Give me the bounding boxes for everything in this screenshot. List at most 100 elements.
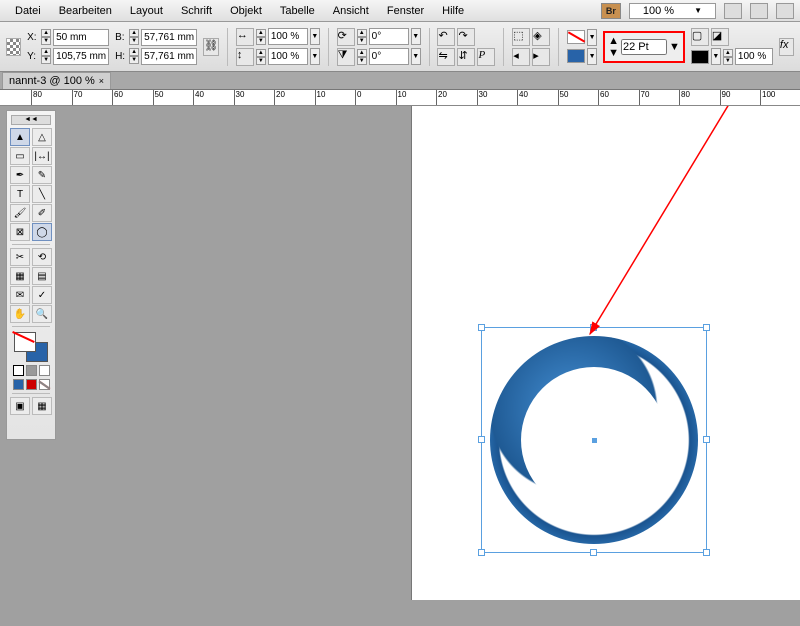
zoom-field[interactable]: 100 %▼: [629, 3, 716, 19]
color-mode-buttons[interactable]: [13, 379, 50, 390]
sx-spinner[interactable]: ▲▼: [256, 29, 266, 45]
y-input[interactable]: [53, 48, 109, 65]
menu-datei[interactable]: Datei: [6, 5, 50, 17]
handle-r[interactable]: [703, 436, 710, 443]
view-mode-normal[interactable]: ▣: [10, 397, 30, 415]
menu-ansicht[interactable]: Ansicht: [324, 5, 378, 17]
eyedropper-tool[interactable]: ✓: [32, 286, 52, 304]
handle-b[interactable]: [590, 549, 597, 556]
brush-tool[interactable]: 🖌: [10, 204, 30, 222]
gradient-tool[interactable]: ▦: [10, 267, 30, 285]
menu-objekt[interactable]: Objekt: [221, 5, 271, 17]
type-tool[interactable]: T: [10, 185, 30, 203]
line-tool[interactable]: ╲: [32, 185, 52, 203]
handle-tl[interactable]: [478, 324, 485, 331]
screen-mode-icon[interactable]: [724, 3, 742, 19]
select-next-icon[interactable]: ▸: [532, 48, 550, 66]
stroke-weight-input[interactable]: [621, 39, 667, 55]
bridge-icon[interactable]: Br: [601, 3, 621, 19]
transform-tool[interactable]: ⟲: [32, 248, 52, 266]
pencil-tool[interactable]: ✎: [32, 166, 52, 184]
fill-swatch[interactable]: [567, 30, 585, 44]
handle-br[interactable]: [703, 549, 710, 556]
shear-spinner[interactable]: ▲▼: [357, 49, 367, 65]
view-mode-preview[interactable]: ▦: [32, 397, 52, 415]
effects-icon[interactable]: ▢: [691, 28, 709, 46]
flip-h-icon[interactable]: ⇋: [437, 48, 455, 66]
rot-spinner[interactable]: ▲▼: [357, 29, 367, 45]
rotate-cw-icon[interactable]: ↷: [457, 28, 475, 46]
h-spinner[interactable]: ▲▼: [129, 48, 139, 64]
menu-schrift[interactable]: Schrift: [172, 5, 221, 17]
sy-input[interactable]: [268, 48, 308, 65]
page-tool[interactable]: ▭: [10, 147, 30, 165]
stroke-color-dropdown[interactable]: ▼: [587, 48, 597, 65]
center-point[interactable]: [592, 438, 597, 443]
document-tab[interactable]: nannt-3 @ 100 %×: [2, 72, 111, 89]
x-input[interactable]: [53, 29, 109, 46]
ellipse-tool[interactable]: ◯: [32, 223, 52, 241]
handle-bl[interactable]: [478, 549, 485, 556]
reference-point-icon[interactable]: [6, 38, 21, 56]
zoom-tool[interactable]: 🔍: [32, 305, 52, 323]
shear-input[interactable]: [369, 48, 409, 65]
rot-dropdown[interactable]: ▼: [411, 28, 421, 45]
collapse-panel-icon[interactable]: ◄◄: [11, 115, 51, 125]
scissors-tool[interactable]: ✂: [10, 248, 30, 266]
y-spinner[interactable]: ▲▼: [41, 48, 51, 64]
constrain-icon[interactable]: ⛓: [203, 38, 219, 56]
rectangle-frame-tool[interactable]: ⊠: [10, 223, 30, 241]
fill-dropdown[interactable]: ▼: [587, 29, 597, 46]
arrange-icon[interactable]: [750, 3, 768, 19]
handle-t[interactable]: [590, 324, 597, 331]
stroke-style-dropdown[interactable]: ▼: [711, 48, 721, 65]
gap-tool[interactable]: |↔|: [32, 147, 52, 165]
select-container-icon[interactable]: ⬚: [512, 28, 530, 46]
format-buttons[interactable]: [13, 365, 50, 376]
select-prev-icon[interactable]: ◂: [512, 48, 530, 66]
h-input[interactable]: [141, 48, 197, 65]
rot-input[interactable]: [369, 28, 409, 45]
view-options-icon[interactable]: [776, 3, 794, 19]
w-spinner[interactable]: ▲▼: [129, 29, 139, 45]
note-tool[interactable]: ✉: [10, 286, 30, 304]
selection-tool[interactable]: ▲: [10, 128, 30, 146]
drop-shadow-icon[interactable]: ◪: [711, 28, 729, 46]
w-input[interactable]: [141, 29, 197, 46]
sy-dropdown[interactable]: ▼: [310, 48, 320, 65]
workspace: ◄◄ ▲△ ▭|↔| ✒✎ T╲ 🖌✐ ⊠◯ ✂⟲ ▦▤ ✉✓ ✋🔍 ▣▦: [0, 106, 800, 600]
flip-v-icon[interactable]: ⇵: [457, 48, 475, 66]
sx-input[interactable]: [268, 28, 308, 45]
sx-dropdown[interactable]: ▼: [310, 28, 320, 45]
menu-layout[interactable]: Layout: [121, 5, 172, 17]
direct-selection-tool[interactable]: △: [32, 128, 52, 146]
handle-l[interactable]: [478, 436, 485, 443]
pen-tool[interactable]: ✒: [10, 166, 30, 184]
rotate-ccw-icon[interactable]: ↶: [437, 28, 455, 46]
opacity-input[interactable]: [735, 48, 773, 65]
stroke-style-swatch[interactable]: [691, 50, 709, 64]
stroke-weight-dropdown[interactable]: ▼: [669, 41, 680, 53]
x-spinner[interactable]: ▲▼: [41, 29, 51, 45]
menu-hilfe[interactable]: Hilfe: [433, 5, 473, 17]
hand-tool[interactable]: ✋: [10, 305, 30, 323]
p-icon[interactable]: P: [477, 48, 495, 66]
handle-tr[interactable]: [703, 324, 710, 331]
shear-dropdown[interactable]: ▼: [411, 48, 421, 65]
menu-bearbeiten[interactable]: Bearbeiten: [50, 5, 121, 17]
shear-icon: ⧩: [337, 48, 355, 66]
close-tab-icon[interactable]: ×: [99, 76, 104, 86]
fill-stroke-swatch[interactable]: [14, 332, 48, 362]
select-content-icon[interactable]: ◈: [532, 28, 550, 46]
canvas[interactable]: [56, 106, 800, 600]
eraser-tool[interactable]: ✐: [32, 204, 52, 222]
fx-icon[interactable]: fx: [779, 38, 794, 56]
menu-tabelle[interactable]: Tabelle: [271, 5, 324, 17]
sy-spinner[interactable]: ▲▼: [256, 49, 266, 65]
menu-fenster[interactable]: Fenster: [378, 5, 433, 17]
gradient-feather-tool[interactable]: ▤: [32, 267, 52, 285]
opacity-spinner[interactable]: ▲▼: [723, 49, 733, 65]
scale-y-icon: ↕: [236, 48, 254, 66]
stroke-swatch[interactable]: [567, 49, 585, 63]
stroke-spinner[interactable]: ▲▼: [608, 35, 619, 59]
